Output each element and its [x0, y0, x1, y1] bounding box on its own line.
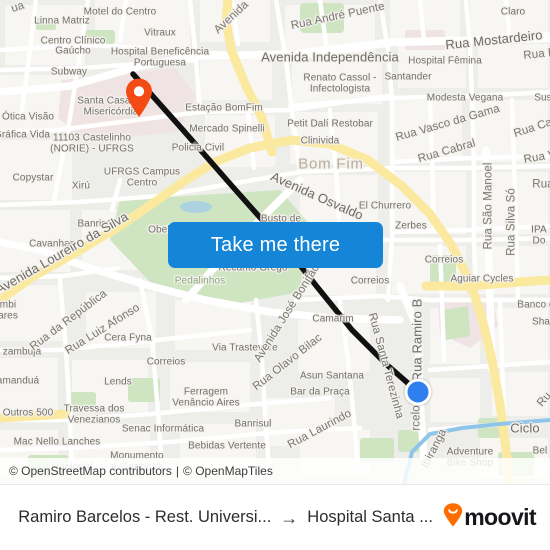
openmaptiles-attribution[interactable]: © OpenMapTiles: [183, 464, 273, 478]
moovit-logo[interactable]: moovit: [437, 503, 537, 532]
origin-stop-label: Ramiro Barcelos - Rest. Universi...: [18, 508, 272, 526]
take-me-there-button[interactable]: Take me there: [168, 222, 383, 268]
arrow-right-icon: →: [280, 507, 299, 528]
destination-stop-label: Hospital Santa ...: [307, 508, 433, 526]
route-summary[interactable]: Ramiro Barcelos - Rest. Universi... → Ho…: [14, 508, 437, 527]
take-me-there-label: Take me there: [210, 233, 341, 256]
moovit-wordmark: moovit: [464, 504, 536, 530]
moovit-map-screen: { "map": { "marker_origin_icon": "map-pi…: [0, 0, 550, 550]
moovit-pin-smile-logo-icon: [443, 503, 463, 532]
blue-location-dot[interactable]: [404, 378, 432, 406]
map-attribution: © OpenStreetMap contributors | © OpenMap…: [0, 458, 550, 484]
map-canvas[interactable]: Linna Matriz Motel do Centro Centro Clínic…: [0, 0, 550, 484]
osm-attribution[interactable]: © OpenStreetMap contributors: [9, 464, 172, 478]
attribution-separator: |: [175, 464, 180, 478]
route-footer: Ramiro Barcelos - Rest. Universi... → Ho…: [0, 484, 550, 550]
